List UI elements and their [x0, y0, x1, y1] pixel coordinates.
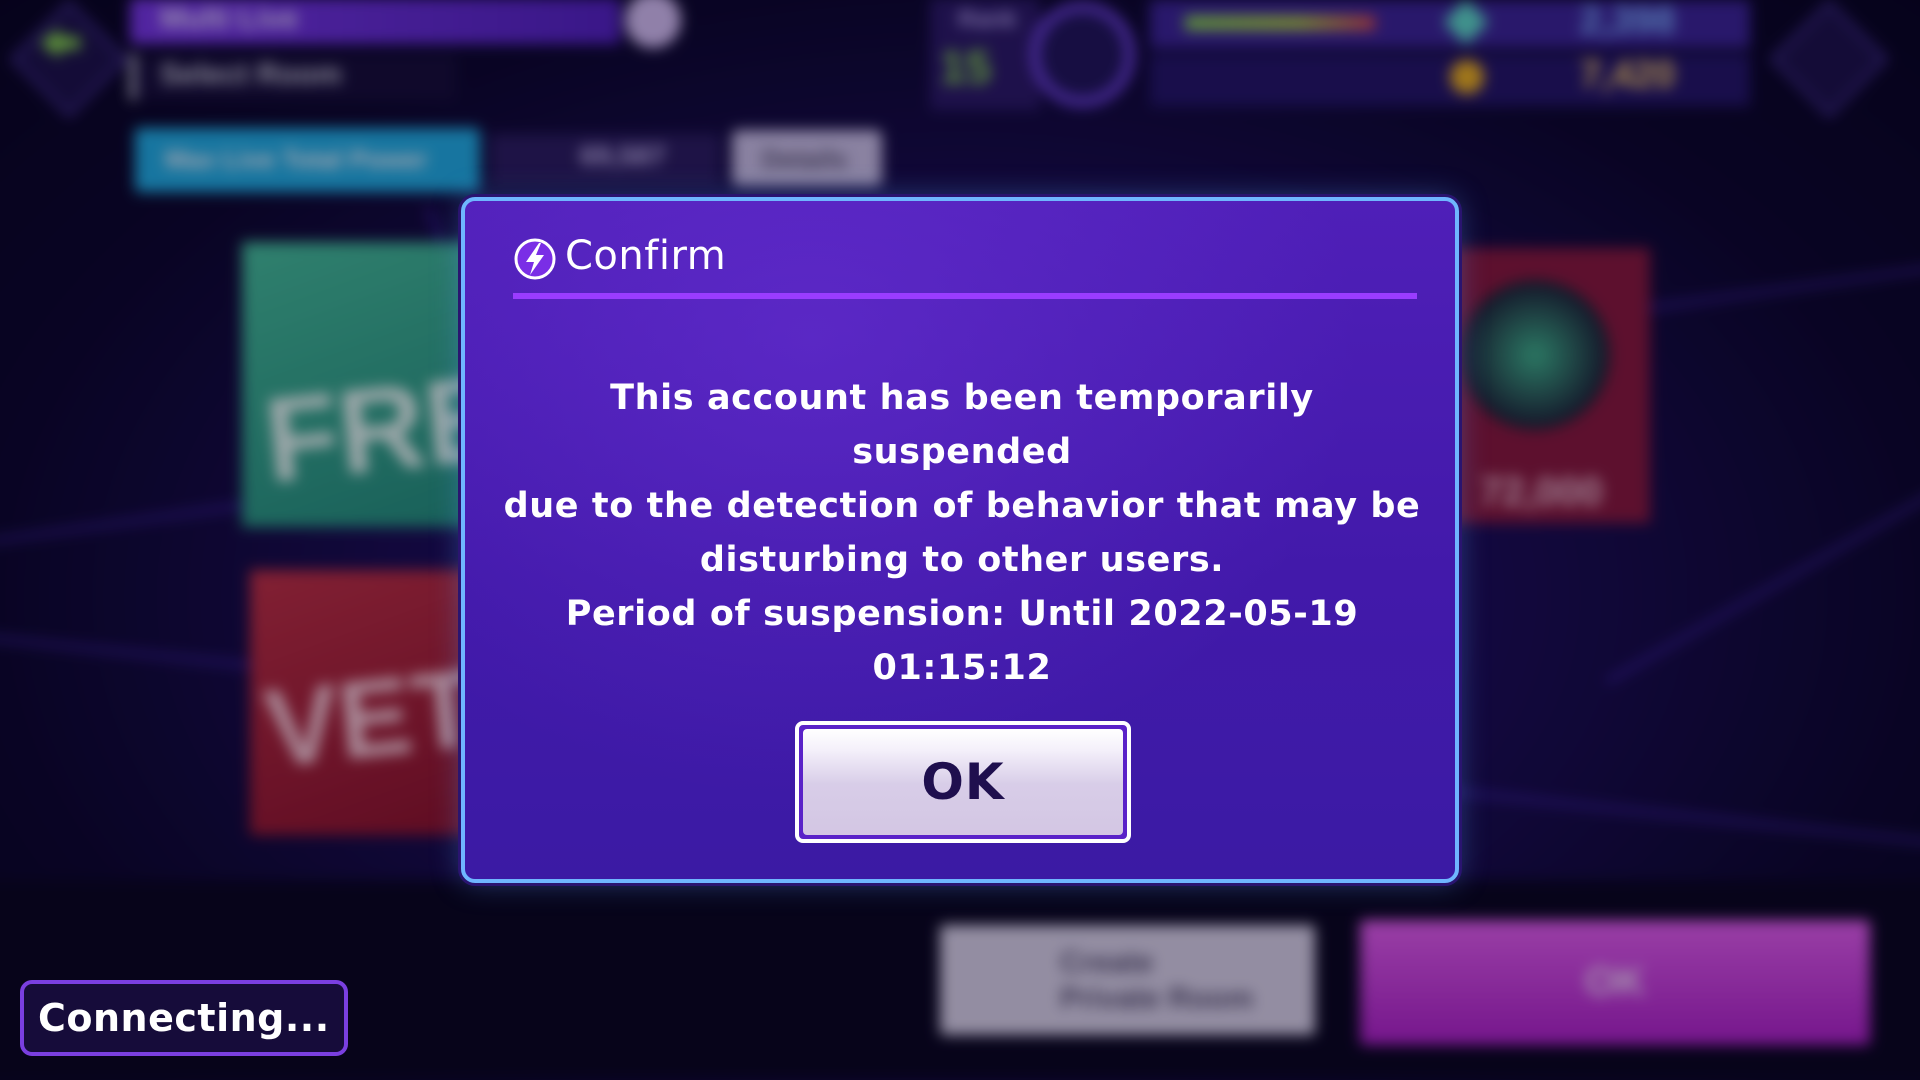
- message-line: 01:15:12: [872, 648, 1052, 688]
- dialog-message: This account has been temporarily suspen…: [495, 371, 1429, 695]
- connecting-badge: Connecting...: [20, 980, 348, 1056]
- game-screen: Multi Live Select Room Max Live Total Po…: [0, 0, 1920, 1080]
- confirm-dialog: Confirm This account has been temporaril…: [461, 197, 1459, 883]
- message-line: This account has been temporarily suspen…: [610, 378, 1314, 472]
- dialog-header: Confirm: [513, 231, 1417, 299]
- connecting-label: Connecting...: [38, 996, 330, 1040]
- lightning-bolt-icon: [514, 238, 556, 280]
- ok-button-face[interactable]: OK: [803, 729, 1123, 835]
- ok-button[interactable]: OK: [795, 721, 1131, 843]
- dialog-title: Confirm: [565, 233, 727, 279]
- ok-button-label: OK: [921, 753, 1005, 811]
- message-line: due to the detection of behavior that ma…: [503, 486, 1421, 526]
- message-line: Period of suspension: Until 2022-05-19: [565, 594, 1359, 634]
- message-line: disturbing to other users.: [699, 540, 1225, 580]
